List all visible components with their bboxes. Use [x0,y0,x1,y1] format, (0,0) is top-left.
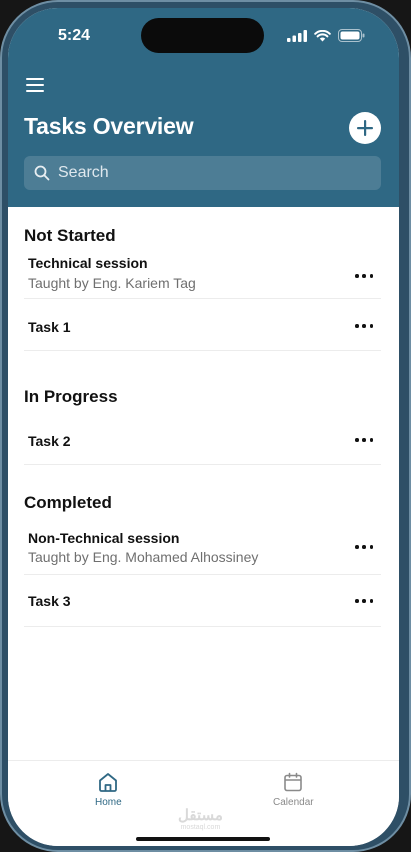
task-item[interactable]: Technical session Taught by Eng. Kariem … [24,251,381,299]
section-title-in-progress: In Progress [24,387,118,406]
app-screen: 5:24 Tasks Overview Search Not Started T… [8,8,399,846]
task-item[interactable]: Non-Technical session Taught by Eng. Moh… [24,518,381,575]
more-options-icon[interactable] [355,596,373,606]
section-title-not-started: Not Started [24,226,116,245]
header: 5:24 Tasks Overview Search [8,8,399,207]
add-task-button[interactable] [349,112,381,144]
watermark-logo: مستقل [178,807,223,824]
nav-calendar-label: Calendar [273,797,314,808]
wifi-icon [314,29,331,41]
plus-icon [357,120,373,136]
watermark: مستقل mostaql.com [178,808,223,831]
section-title-completed: Completed [24,493,112,512]
task-subtitle: Taught by Eng. Mohamed Alhossiney [28,549,259,565]
search-bar[interactable] [24,156,381,190]
more-options-icon[interactable] [355,542,373,552]
home-icon [99,773,118,792]
status-time: 5:24 [58,27,91,44]
dynamic-island [141,18,264,53]
task-title: Technical session [28,255,148,271]
watermark-url: mostaql.com [180,824,221,831]
task-title: Task 2 [28,433,71,449]
task-item[interactable]: Task 2 [24,413,381,465]
battery-icon [338,29,365,42]
status-bar: 5:24 [8,8,399,62]
more-options-icon[interactable] [355,435,373,445]
task-title: Task 1 [28,319,71,335]
nav-home-label: Home [95,797,122,808]
more-options-icon[interactable] [355,271,373,281]
nav-calendar[interactable]: Calendar [273,771,314,808]
nav-home[interactable]: Home [95,771,122,808]
home-indicator[interactable] [136,837,270,841]
search-icon [34,165,50,181]
calendar-icon [284,772,303,792]
page-title: Tasks Overview [24,113,194,139]
task-item[interactable]: Task 3 [24,575,381,627]
search-input[interactable] [58,164,358,182]
more-options-icon[interactable] [355,321,373,331]
task-item[interactable]: Task 1 [24,299,381,351]
task-title: Non-Technical session [28,530,180,546]
signal-icon [287,29,307,42]
status-icons [287,29,365,42]
task-title: Task 3 [28,593,71,609]
bottom-nav: Home Calendar [8,760,399,846]
task-subtitle: Taught by Eng. Kariem Tag [28,275,196,291]
menu-icon[interactable] [24,76,48,94]
